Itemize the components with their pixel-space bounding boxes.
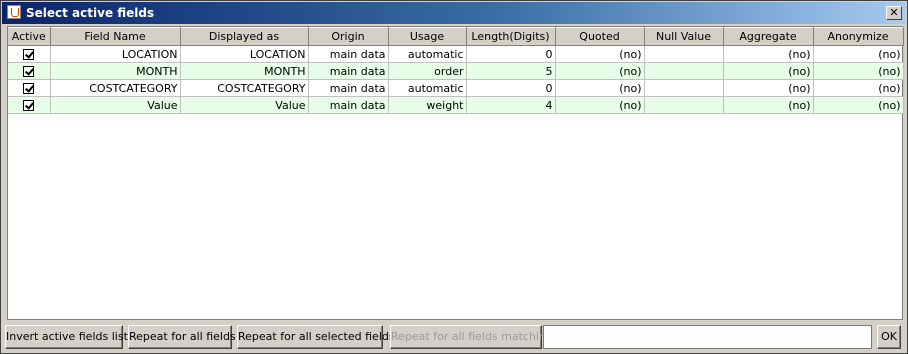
col-header-aggregate[interactable]: Aggregate [723,27,814,46]
usage-cell[interactable]: automatic [388,79,467,97]
active-checkbox[interactable] [23,66,35,77]
displayed-as-cell[interactable]: MONTH [180,62,309,80]
anonymize-cell[interactable]: (no) [813,45,904,63]
quoted-cell[interactable]: (no) [555,96,645,114]
aggregate-cell[interactable]: (no) [723,62,814,80]
title-bar[interactable]: Select active fields ✕ [2,2,906,24]
col-header-quoted[interactable]: Quoted [555,27,645,46]
repeat-matching-fields-button: Repeat for all fields matching: [390,325,557,349]
col-header-length[interactable]: Length(Digits) [466,27,556,46]
anonymize-cell[interactable]: (no) [813,96,904,114]
active-cell[interactable] [8,62,51,80]
table-row[interactable]: COSTCATEGORY COSTCATEGORY main data auto… [8,79,904,97]
displayed-as-cell[interactable]: LOCATION [180,45,309,63]
close-button[interactable]: ✕ [886,6,902,20]
fields-table-area[interactable]: Active Field Name Displayed as Origin Us… [7,26,904,320]
col-header-displayed-as[interactable]: Displayed as [180,27,309,46]
table-row[interactable]: LOCATION LOCATION main data automatic 0 … [8,45,904,63]
aggregate-cell[interactable]: (no) [723,45,814,63]
col-header-null-value[interactable]: Null Value [644,27,724,46]
window-title: Select active fields [26,6,155,20]
anonymize-cell[interactable]: (no) [813,62,904,80]
dialog-window: Select active fields ✕ Active Field Name… [0,0,908,354]
length-cell[interactable]: 0 [466,45,556,63]
displayed-as-cell[interactable]: COSTCATEGORY [180,79,309,97]
origin-cell[interactable]: main data [308,62,389,80]
quoted-cell[interactable]: (no) [555,79,645,97]
usage-cell[interactable]: weight [388,96,467,114]
origin-cell[interactable]: main data [308,96,389,114]
origin-cell[interactable]: main data [308,79,389,97]
table-header-row: Active Field Name Displayed as Origin Us… [8,27,904,46]
col-header-anonymize[interactable]: Anonymize [813,27,904,46]
ok-button[interactable]: OK [877,325,901,349]
null-value-cell[interactable] [644,96,724,114]
repeat-selected-fields-button[interactable]: Repeat for all selected fields [237,325,395,349]
anonymize-cell[interactable]: (no) [813,79,904,97]
field-name-cell[interactable]: Value [50,96,181,114]
col-header-active[interactable]: Active [8,27,51,46]
null-value-cell[interactable] [644,45,724,63]
usage-cell[interactable]: order [388,62,467,80]
col-header-field-name[interactable]: Field Name [50,27,181,46]
aggregate-cell[interactable]: (no) [723,96,814,114]
fields-table: Active Field Name Displayed as Origin Us… [8,27,904,114]
aggregate-cell[interactable]: (no) [723,79,814,97]
table-row[interactable]: MONTH MONTH main data order 5 (no) (no) … [8,62,904,80]
quoted-cell[interactable]: (no) [555,62,645,80]
length-cell[interactable]: 4 [466,96,556,114]
table-row[interactable]: Value Value main data weight 4 (no) (no)… [8,96,904,114]
repeat-all-fields-button[interactable]: Repeat for all fields [128,325,236,349]
length-cell[interactable]: 0 [466,79,556,97]
col-header-usage[interactable]: Usage [388,27,467,46]
field-name-cell[interactable]: LOCATION [50,45,181,63]
usage-cell[interactable]: automatic [388,45,467,63]
null-value-cell[interactable] [644,62,724,80]
length-cell[interactable]: 5 [466,62,556,80]
active-checkbox[interactable] [23,49,35,60]
java-app-icon [7,5,21,19]
active-cell[interactable] [8,45,51,63]
button-bar: Invert active fields list Repeat for all… [1,325,907,351]
active-cell[interactable] [8,79,51,97]
field-name-cell[interactable]: MONTH [50,62,181,80]
col-header-origin[interactable]: Origin [308,27,389,46]
invert-active-fields-button[interactable]: Invert active fields list [5,325,128,349]
active-cell[interactable] [8,96,51,114]
field-name-cell[interactable]: COSTCATEGORY [50,79,181,97]
active-checkbox[interactable] [23,100,35,111]
origin-cell[interactable]: main data [308,45,389,63]
match-pattern-input[interactable] [543,325,872,349]
quoted-cell[interactable]: (no) [555,45,645,63]
active-checkbox[interactable] [23,83,35,94]
null-value-cell[interactable] [644,79,724,97]
displayed-as-cell[interactable]: Value [180,96,309,114]
